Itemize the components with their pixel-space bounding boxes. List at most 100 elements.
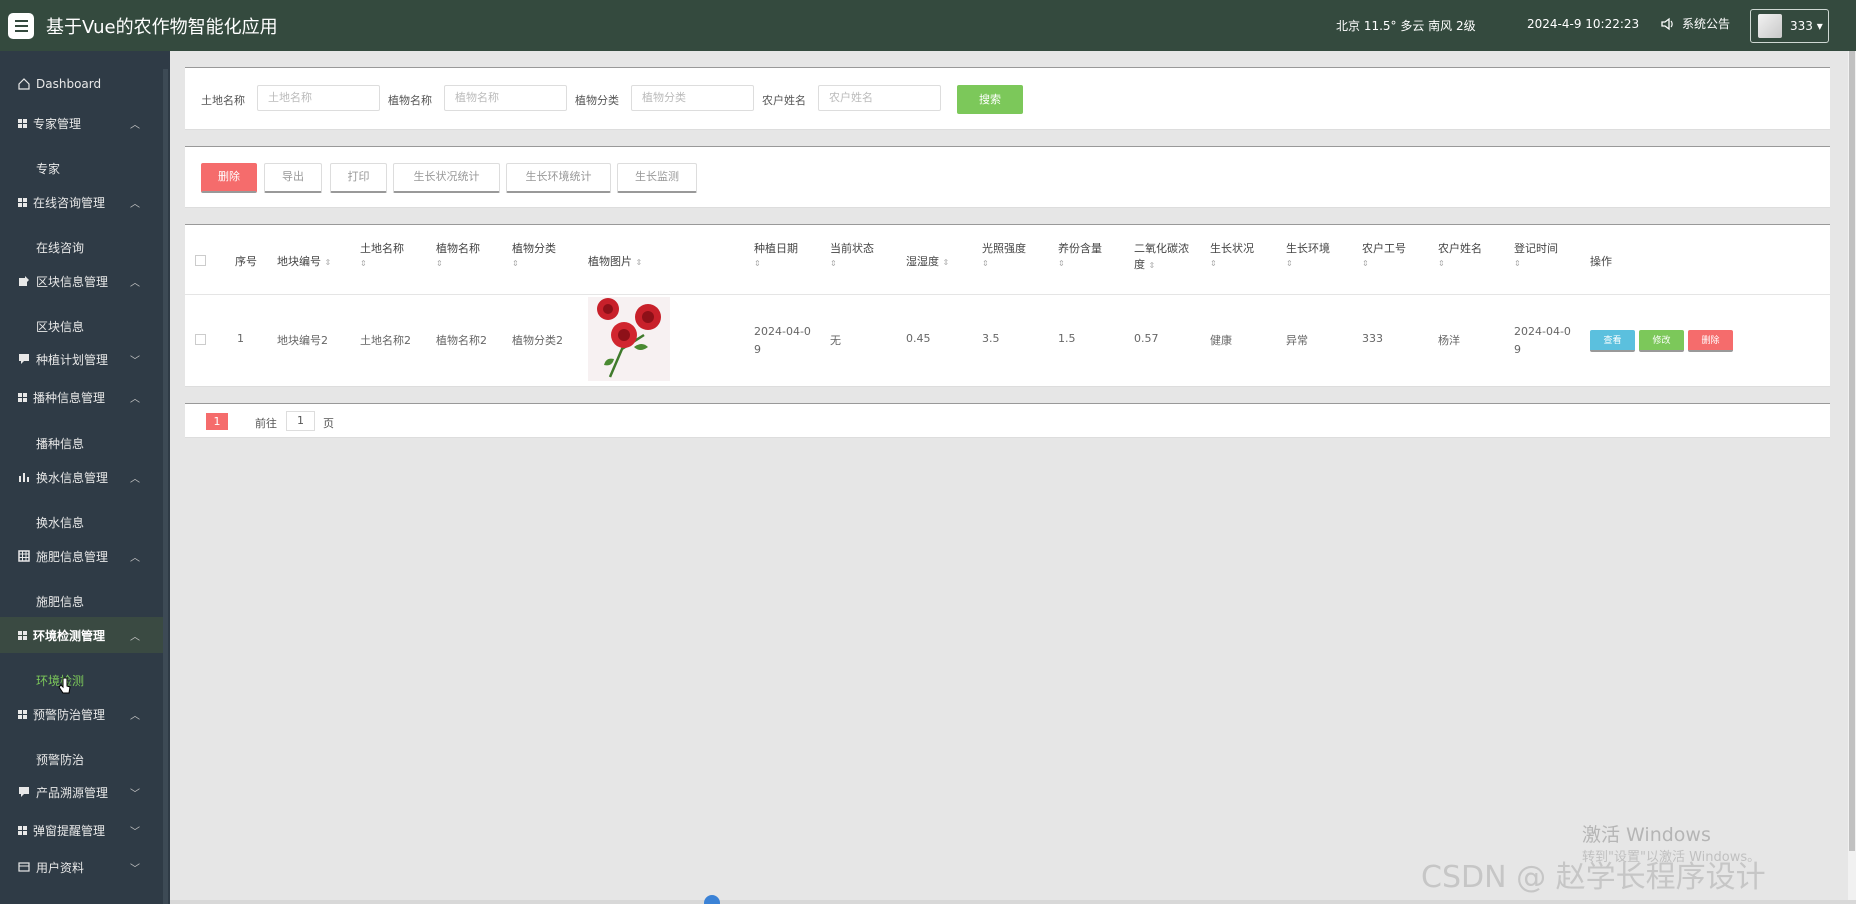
grid-icon (18, 825, 27, 835)
sidebar-item-env[interactable]: 环境检测管理 ︿ (0, 617, 163, 653)
sidebar-sub-warning[interactable]: 预警防治 (36, 751, 84, 768)
sidebar-item-label: 环境检测管理 (33, 628, 106, 643)
sidebar-item-warning[interactable]: 预警防治管理 ︿ (0, 696, 163, 732)
card-icon (18, 862, 30, 872)
sidebar-item-sowing[interactable]: 播种信息管理 ︿ (0, 379, 163, 415)
view-button[interactable]: 查看 (1590, 330, 1635, 352)
env-stats-button[interactable]: 生长环境统计 (506, 163, 611, 193)
col-label: 生长状况 (1210, 242, 1254, 255)
cell-index: 1 (237, 332, 244, 345)
col-environment[interactable]: 生长环境 ⇕ (1286, 240, 1330, 269)
sidebar-sub-sowing[interactable]: 播种信息 (36, 435, 84, 452)
delete-button[interactable]: 删除 (1688, 330, 1733, 352)
sidebar-sub-consult[interactable]: 在线咨询 (36, 239, 84, 256)
sidebar-item-profile[interactable]: 用户资料 ﹀ (0, 849, 163, 885)
sidebar-sub-block[interactable]: 区块信息 (36, 318, 84, 335)
col-label: 植物分类 (512, 242, 556, 255)
scrollbar-thumb[interactable] (1849, 51, 1855, 851)
edit-button[interactable]: 修改 (1639, 330, 1684, 352)
plant-category-input[interactable]: 植物分类 (631, 85, 754, 111)
col-register-time[interactable]: 登记时间 ⇕ (1514, 240, 1558, 269)
plant-name-label: 植物名称 (388, 94, 432, 107)
progress-handle[interactable] (704, 895, 720, 904)
print-button[interactable]: 打印 (330, 163, 387, 193)
page-scrollbar[interactable] (1848, 51, 1856, 904)
cell-farmer-id: 333 (1362, 332, 1383, 345)
col-label: 植物图片 (588, 255, 632, 268)
col-farmer-id[interactable]: 农户工号 ⇕ (1362, 240, 1406, 269)
export-button[interactable]: 导出 (264, 163, 322, 193)
notice-label: 系统公告 (1682, 17, 1731, 31)
col-co2[interactable]: 二氧化碳浓度 ⇕ (1134, 240, 1196, 272)
col-humidity[interactable]: 湿湿度 ⇕ (906, 253, 949, 269)
col-plant-date[interactable]: 种植日期 ⇕ (754, 240, 798, 269)
username: 333 ▾ (1790, 19, 1823, 33)
col-plant-image[interactable]: 植物图片 ⇕ (588, 253, 642, 269)
chevron-up-icon: ︿ (130, 198, 140, 210)
col-land-name[interactable]: 土地名称 ⇕ (360, 240, 404, 269)
sidebar-item-trace[interactable]: 产品溯源管理 ﹀ (0, 774, 163, 810)
growth-monitor-button[interactable]: 生长监测 (617, 163, 697, 193)
col-light[interactable]: 光照强度 ⇕ (982, 240, 1026, 269)
sidebar-item-dashboard[interactable]: Dashboard (0, 66, 163, 102)
land-name-input[interactable]: 土地名称 (257, 85, 380, 111)
sort-icon: ⇕ (1514, 259, 1521, 268)
avatar (1758, 14, 1782, 38)
weather-info: 北京 11.5° 多云 南风 2级 (1336, 19, 1476, 33)
goto-label: 前往 (255, 417, 277, 430)
rose-image[interactable] (588, 297, 670, 381)
cell-land-name: 土地名称2 (360, 334, 411, 347)
sidebar-item-consult[interactable]: 在线咨询管理 ︿ (0, 184, 163, 220)
col-label: 农户姓名 (1438, 242, 1482, 255)
select-all-checkbox[interactable] (195, 255, 206, 266)
top-header: 基于Vue的农作物智能化应用 北京 11.5° 多云 南风 2级 2024-4-… (0, 0, 1856, 51)
chevron-up-icon: ︿ (130, 552, 140, 564)
col-status[interactable]: 当前状态 ⇕ (830, 240, 874, 269)
sidebar-item-experts[interactable]: 专家管理 ︿ (0, 105, 163, 141)
col-farmer-name[interactable]: 农户姓名 ⇕ (1438, 240, 1482, 269)
sidebar-scrollbar[interactable] (163, 69, 168, 904)
cell-growth: 健康 (1210, 334, 1232, 347)
sidebar-item-label: 用户资料 (36, 860, 85, 875)
col-block-no[interactable]: 地块编号 ⇕ (277, 253, 331, 269)
chevron-up-icon: ︿ (130, 119, 140, 131)
sort-icon: ⇕ (360, 259, 367, 268)
plant-name-input[interactable]: 植物名称 (444, 85, 567, 111)
user-menu[interactable]: 333 ▾ (1750, 9, 1829, 43)
col-nutrient[interactable]: 养份含量 ⇕ (1058, 240, 1102, 269)
sidebar-sub-water[interactable]: 换水信息 (36, 514, 84, 531)
farmer-name-label: 农户姓名 (762, 94, 806, 107)
sort-icon: ⇕ (635, 258, 643, 267)
col-plant-category[interactable]: 植物分类 ⇕ (512, 240, 556, 269)
notice-button[interactable]: 系统公告 (1660, 15, 1730, 32)
csdn-watermark: CSDN @ 赵学长程序设计 (1421, 860, 1766, 895)
sort-icon: ⇕ (1148, 261, 1156, 270)
sort-icon: ⇕ (1058, 259, 1065, 268)
col-label: 地块编号 (277, 255, 321, 268)
growth-stats-button[interactable]: 生长状况统计 (393, 163, 500, 193)
col-plant-name[interactable]: 植物名称 ⇕ (436, 240, 480, 269)
chevron-down-icon: ﹀ (130, 355, 140, 367)
sidebar-item-popup[interactable]: 弹窗提醒管理 ﹀ (0, 812, 163, 848)
farmer-name-input[interactable]: 农户姓名 (818, 85, 941, 111)
sidebar-item-water[interactable]: 换水信息管理 ︿ (0, 459, 163, 495)
pagination: 1 前往 1 页 (185, 403, 1830, 438)
sidebar-item-block[interactable]: 区块信息管理 ︿ (0, 263, 163, 299)
batch-delete-button[interactable]: 删除 (201, 163, 257, 193)
menu-toggle-icon[interactable] (8, 12, 34, 39)
goto-page-input[interactable]: 1 (286, 411, 315, 431)
sidebar-sub-expert[interactable]: 专家 (36, 160, 60, 177)
sidebar-item-fertilize[interactable]: 施肥信息管理 ︿ (0, 538, 163, 574)
cell-farmer-name: 杨洋 (1438, 334, 1460, 347)
row-checkbox[interactable] (195, 334, 206, 345)
search-button[interactable]: 搜索 (957, 85, 1023, 114)
chevron-up-icon: ︿ (130, 393, 140, 405)
sort-icon: ⇕ (512, 259, 519, 268)
chevron-up-icon: ︿ (130, 473, 140, 485)
col-growth[interactable]: 生长状况 ⇕ (1210, 240, 1254, 269)
sidebar-item-label: 换水信息管理 (36, 470, 109, 485)
sidebar-sub-fertilize[interactable]: 施肥信息 (36, 593, 84, 610)
page-number-current[interactable]: 1 (206, 413, 228, 430)
sidebar-item-plan[interactable]: 种植计划管理 ﹀ (0, 341, 163, 377)
col-label: 当前状态 (830, 242, 874, 255)
